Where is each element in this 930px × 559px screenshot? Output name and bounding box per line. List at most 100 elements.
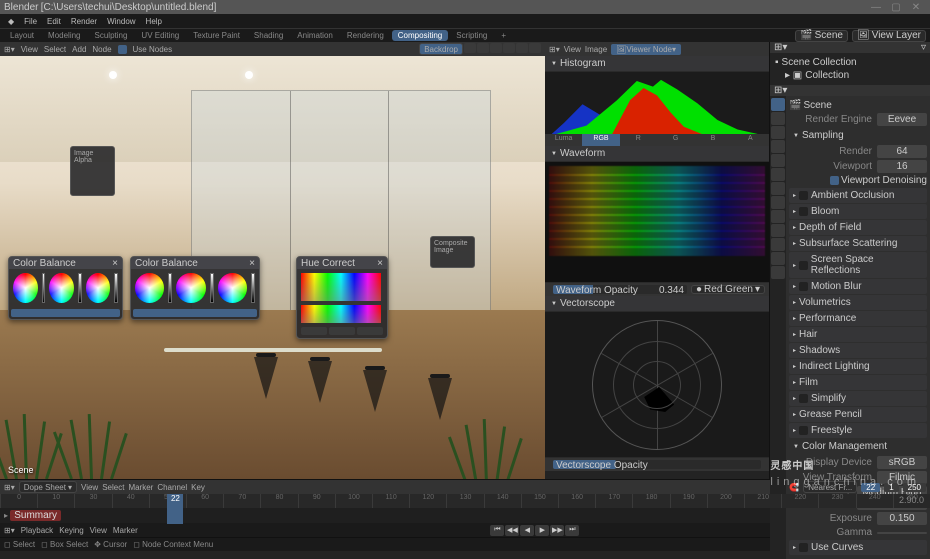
scopes-editor-icon[interactable]: ⊞▾ [549, 45, 560, 54]
pb-playback[interactable]: Playback [21, 526, 53, 535]
tl-key[interactable]: Key [191, 483, 205, 492]
histo-luma[interactable]: Luma [545, 134, 582, 146]
timeline-ruler[interactable]: 0103040506070809010011012013014015016017… [0, 494, 930, 508]
display-device-dropdown[interactable]: sRGB [877, 456, 927, 469]
menu-window[interactable]: Window [103, 17, 139, 26]
viewlayer-tab-icon[interactable] [771, 126, 785, 139]
tl-channel[interactable]: Channel [157, 483, 187, 492]
histo-g[interactable]: G [657, 134, 694, 146]
panel-gp[interactable]: ▸Grease Pencil [789, 407, 927, 422]
panel-ao[interactable]: ▸Ambient Occlusion [789, 188, 927, 203]
node-color-balance-2[interactable]: Color Balance× [130, 256, 260, 320]
exposure-field[interactable]: 0.150 [877, 512, 927, 525]
frame-end[interactable]: 250 [903, 483, 926, 492]
physics-tab-icon[interactable] [771, 210, 785, 223]
tab-scripting[interactable]: Scripting [450, 30, 493, 41]
scopes-view[interactable]: View [564, 45, 581, 54]
node-hue-saturation[interactable]: Hue Correct× [296, 256, 388, 339]
header-icon[interactable] [477, 43, 489, 53]
panel-film[interactable]: ▸Film [789, 375, 927, 390]
waveform-header[interactable]: ▼Waveform [545, 146, 769, 162]
timeline-editor-icon[interactable]: ⊞▾ [4, 483, 15, 492]
jump-end-button[interactable]: ⏭ [565, 525, 579, 536]
data-tab-icon[interactable] [771, 238, 785, 251]
panel-dof[interactable]: ▸Depth of Field [789, 220, 927, 235]
histo-b[interactable]: B [694, 134, 731, 146]
header-view[interactable]: View [21, 45, 38, 54]
panel-freestyle[interactable]: ▸Freestyle [789, 423, 927, 438]
tab-shading[interactable]: Shading [248, 30, 289, 41]
panel-ssr[interactable]: ▸Screen Space Reflections [789, 252, 927, 278]
vectorscope-header[interactable]: ▼Vectorscope [545, 296, 769, 312]
histogram-header[interactable]: ▼Histogram [545, 56, 769, 72]
tl-marker[interactable]: Marker [128, 483, 153, 492]
world-tab-icon[interactable] [771, 154, 785, 167]
scopes-source-dropdown[interactable]: 🖼 Viewer Node ▾ [611, 44, 681, 55]
tab-sculpting[interactable]: Sculpting [89, 30, 134, 41]
next-key-button[interactable]: ▶▶ [550, 525, 564, 536]
pb-editor-icon[interactable]: ⊞▾ [4, 526, 15, 535]
menu-file[interactable]: File [20, 17, 41, 26]
panel-simplify[interactable]: ▸Simplify [789, 391, 927, 406]
node-color-balance-1[interactable]: Color Balance× [8, 256, 123, 320]
header-select[interactable]: Select [44, 45, 66, 54]
gamma-field[interactable] [877, 532, 927, 534]
menu-edit[interactable]: Edit [43, 17, 65, 26]
modifier-tab-icon[interactable] [771, 182, 785, 195]
viewlayer-dropdown[interactable]: 🖼View Layer [852, 30, 926, 42]
backdrop-toggle[interactable]: Backdrop [419, 43, 463, 55]
tab-animation[interactable]: Animation [291, 30, 339, 41]
output-tab-icon[interactable] [771, 112, 785, 125]
minimize-button[interactable]: — [866, 2, 886, 13]
histo-a[interactable]: A [732, 134, 769, 146]
tab-add[interactable]: + [495, 30, 512, 41]
jump-start-button[interactable]: ⏮ [490, 525, 504, 536]
tl-view[interactable]: View [81, 483, 98, 492]
material-tab-icon[interactable] [771, 252, 785, 265]
tab-rendering[interactable]: Rendering [341, 30, 390, 41]
header-add[interactable]: Add [72, 45, 86, 54]
header-node[interactable]: Node [92, 45, 111, 54]
tab-compositing[interactable]: Compositing [392, 30, 448, 41]
pb-marker[interactable]: Marker [113, 526, 138, 535]
playhead[interactable]: 22 [167, 494, 183, 524]
scene-tab-icon[interactable] [771, 140, 785, 153]
viewport-samples-field[interactable]: 16 [877, 160, 927, 173]
pb-keying[interactable]: Keying [59, 526, 83, 535]
header-icon[interactable] [464, 43, 476, 53]
filter-icon[interactable]: ▿ [921, 42, 926, 53]
sampling-panel[interactable]: ▼Sampling [789, 128, 927, 143]
render-samples-field[interactable]: 64 [877, 145, 927, 158]
use-nodes-checkbox[interactable] [118, 45, 127, 54]
frame-current[interactable]: 22 [861, 483, 880, 492]
render-engine-dropdown[interactable]: Eevee [877, 113, 927, 126]
node-render-layers[interactable]: ImageAlpha [70, 146, 115, 196]
vectorscope-opacity-slider[interactable]: Vectorscope Opacity [553, 460, 761, 469]
panel-indirect[interactable]: ▸Indirect Lighting [789, 359, 927, 374]
particle-tab-icon[interactable] [771, 196, 785, 209]
scopes-image[interactable]: Image [585, 45, 607, 54]
menu-help[interactable]: Help [142, 17, 166, 26]
play-rev-button[interactable]: ◀ [520, 525, 534, 536]
texture-tab-icon[interactable] [771, 266, 785, 279]
waveform-opacity-slider[interactable]: Waveform Opacity0.344 [553, 285, 687, 294]
panel-hair[interactable]: ▸Hair [789, 327, 927, 342]
snap-icon[interactable]: 🧲 [789, 483, 799, 492]
tl-select[interactable]: Select [102, 483, 124, 492]
panel-perf[interactable]: ▸Performance [789, 311, 927, 326]
tab-modeling[interactable]: Modeling [42, 30, 86, 41]
header-icon[interactable] [529, 43, 541, 53]
header-icon[interactable] [516, 43, 528, 53]
header-icon[interactable] [490, 43, 502, 53]
panel-shadow[interactable]: ▸Shadows [789, 343, 927, 358]
panel-curves[interactable]: ▸Use Curves [789, 540, 927, 555]
panel-bloom[interactable]: ▸Bloom [789, 204, 927, 219]
panel-sss[interactable]: ▸Subsurface Scattering [789, 236, 927, 251]
header-icon[interactable] [503, 43, 515, 53]
outliner-root[interactable]: ▪ Scene Collection [773, 56, 927, 69]
tab-texture[interactable]: Texture Paint [187, 30, 246, 41]
waveform-mode-dropdown[interactable]: ● Red Green ▾ [691, 285, 765, 294]
histo-rgb[interactable]: RGB [582, 134, 619, 146]
denoise-checkbox[interactable] [830, 176, 839, 185]
maximize-button[interactable]: ▢ [886, 2, 906, 13]
